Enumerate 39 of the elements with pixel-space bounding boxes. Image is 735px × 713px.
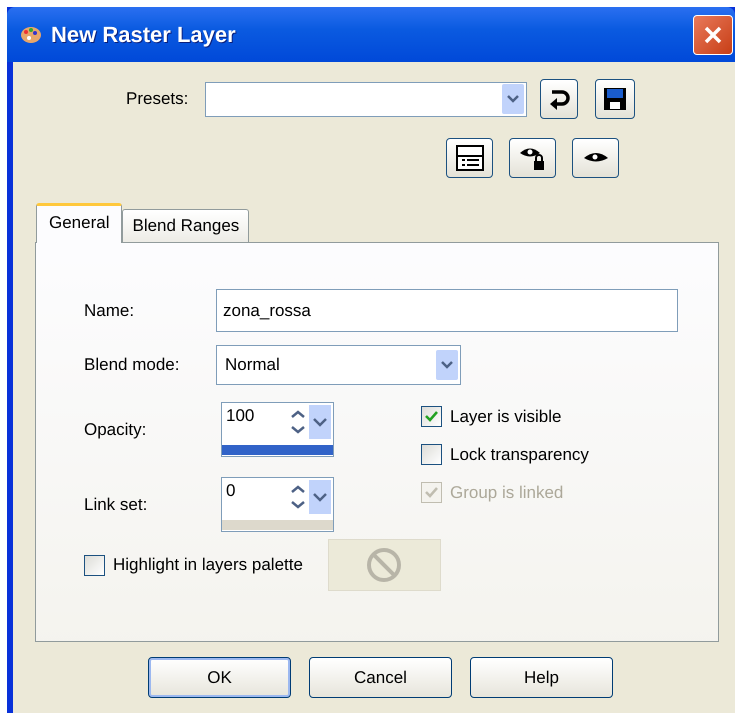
tab[interactable]: General	[36, 203, 122, 243]
options-button[interactable]	[446, 138, 493, 178]
dialog-button[interactable]: OK	[148, 657, 291, 698]
field-label: Name:	[84, 300, 136, 320]
checkbox[interactable]	[84, 554, 105, 576]
field-label: Presets:	[126, 89, 190, 109]
checkbox-label: Group is linked	[450, 482, 564, 502]
spin-value: 100	[226, 405, 256, 427]
spin-field[interactable]: 100	[221, 402, 334, 457]
checkbox-label: Highlight in layers palette	[113, 555, 303, 575]
field-label: Opacity:	[84, 420, 148, 440]
slider-track[interactable]	[222, 520, 333, 530]
tab[interactable]: Blend Ranges	[122, 209, 250, 242]
save-button[interactable]	[595, 79, 635, 119]
name-field[interactable]: zona_rossa	[216, 289, 678, 332]
lock-visibility-button[interactable]	[509, 138, 556, 178]
spin-value: 0	[226, 480, 236, 502]
reset-button[interactable]	[540, 79, 578, 119]
checkbox-label: Layer is visible	[450, 406, 562, 426]
window-list-icon	[454, 144, 484, 172]
spin-field[interactable]: 0	[221, 477, 334, 532]
window-title: New Raster Layer	[51, 22, 237, 48]
field-label: Blend mode:	[84, 355, 180, 375]
checkmark-icon	[424, 409, 439, 424]
checkbox[interactable]	[421, 444, 442, 465]
slider-fill[interactable]	[222, 445, 333, 455]
color-swatch[interactable]	[328, 539, 441, 591]
dropdown-value: Normal	[225, 355, 280, 375]
field-label: Link set:	[84, 494, 148, 514]
presets-dropdown[interactable]	[205, 82, 527, 116]
visibility-button[interactable]	[572, 138, 619, 178]
no-sign-icon	[366, 547, 402, 583]
blend-mode-dropdown[interactable]: Normal	[216, 345, 461, 385]
dialog-button[interactable]: Cancel	[309, 657, 452, 698]
close-button[interactable]	[693, 14, 733, 54]
dialog-button[interactable]: Help	[470, 657, 613, 698]
checkmark-icon	[424, 485, 439, 500]
checkbox-label: Lock transparency	[450, 444, 589, 464]
checkbox[interactable]	[421, 406, 442, 427]
